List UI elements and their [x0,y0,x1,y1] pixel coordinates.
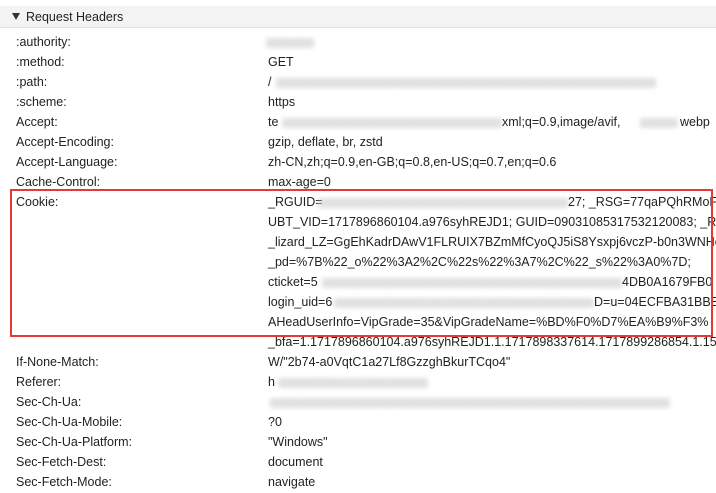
header-name: Accept-Encoding: [16,135,114,149]
header-name: Accept-Language: [16,155,118,169]
header-row-path[interactable]: :path: / [0,73,716,93]
header-row-authority[interactable]: :authority: [0,33,716,53]
header-value: te [268,115,279,129]
redacted-blur [276,78,656,88]
header-row-sec-ch-ua-platform[interactable]: Sec-Ch-Ua-Platform: "Windows" [0,433,716,453]
header-value: ?0 [268,415,282,429]
header-value: gzip, deflate, br, zstd [268,135,383,149]
redacted-blur [278,378,428,388]
header-row-sec-ch-ua[interactable]: Sec-Ch-Ua: [0,393,716,413]
header-row-accept[interactable]: Accept: te xml;q=0.9,image/avif, webp [0,113,716,133]
header-value: "Windows" [268,435,328,449]
header-row-accept-language[interactable]: Accept-Language: zh-CN,zh;q=0.9,en-GB;q=… [0,153,716,173]
header-row-referer[interactable]: Referer: h [0,373,716,393]
section-title: Request Headers [26,9,124,24]
header-name: :path: [16,75,48,89]
header-row-sec-fetch-mode[interactable]: Sec-Fetch-Mode: navigate [0,473,716,493]
redacted-blur [282,118,502,128]
header-row-accept-encoding[interactable]: Accept-Encoding: gzip, deflate, br, zstd [0,133,716,153]
cookie-line-3: _lizard_LZ=GgEhKadrDAwV1FLRUIX7BZmMfCyoQ… [268,235,716,249]
header-name: Cache-Control: [16,175,101,189]
redacted-blur [318,198,568,208]
header-row-scheme[interactable]: :scheme: https [0,93,716,113]
header-row-method[interactable]: :method: GET [0,53,716,73]
header-name: If-None-Match: [16,355,99,369]
header-name: Sec-Ch-Ua-Mobile: [16,415,123,429]
cookie-line-1: _RGUID= [268,195,323,209]
header-name: :authority: [16,35,71,49]
header-value: https [268,95,296,109]
cookie-line-5-tail: 4DB0A1679FB0 [622,275,713,289]
redacted-blur [266,38,314,48]
header-name: :method: [16,55,65,69]
header-value: max-age=0 [268,175,331,189]
header-value: / [268,75,272,89]
request-headers-section-header[interactable]: Request Headers [0,6,716,28]
header-name: Sec-Fetch-Dest: [16,455,107,469]
header-name: Sec-Ch-Ua-Platform: [16,435,132,449]
header-row-if-none-match[interactable]: If-None-Match: W/"2b74-a0VqtC1a27Lf8Gzzg… [0,353,716,373]
header-row-cookie[interactable]: Cookie: _RGUID= 27; _RSG=77qaPQhRMoFdK U… [0,193,716,353]
cookie-line-5: cticket=5 [268,275,318,289]
cookie-line-8: _bfa=1.1717896860104.a976syhREJD1.1.1717… [268,335,716,349]
cookie-line-4: _pd=%7B%22_o%22%3A2%2C%22s%22%3A7%2C%22_… [268,255,691,269]
header-value-tail2: webp [680,115,710,129]
header-value-tail: xml;q=0.9,image/avif, [502,115,621,129]
cookie-line-6-tail: D=u=04ECFBA31BBE6 [594,295,716,309]
header-row-sec-fetch-dest[interactable]: Sec-Fetch-Dest: document [0,453,716,473]
header-name: Accept: [16,115,58,129]
header-name: :scheme: [16,95,67,109]
header-value: document [268,455,323,469]
header-row-cache-control[interactable]: Cache-Control: max-age=0 [0,173,716,193]
header-value: W/"2b74-a0VqtC1a27Lf8GzzghBkurTCqo4" [268,355,511,369]
redacted-blur [270,398,670,408]
header-name: Referer: [16,375,62,389]
cookie-line-7: AHeadUserInfo=VipGrade=35&VipGradeName=%… [268,315,709,329]
header-row-sec-ch-ua-mobile[interactable]: Sec-Ch-Ua-Mobile: ?0 [0,413,716,433]
header-value: zh-CN,zh;q=0.9,en-GB;q=0.8,en-US;q=0.7,e… [268,155,557,169]
header-value: h [268,375,275,389]
cookie-line-6: login_uid=6 [268,295,333,309]
redacted-blur [640,118,678,128]
header-value: GET [268,55,294,69]
cookie-line-1-tail: 27; _RSG=77qaPQhRMoFdK [568,195,716,209]
triangle-down-icon[interactable] [12,13,20,20]
redacted-blur [334,298,594,308]
header-name: Sec-Ch-Ua: [16,395,82,409]
header-value: navigate [268,475,316,489]
header-name: Sec-Fetch-Mode: [16,475,112,489]
cookie-line-2: UBT_VID=1717896860104.a976syhREJD1; GUID… [268,215,716,229]
header-name: Cookie: [16,195,59,209]
redacted-blur [322,278,622,288]
